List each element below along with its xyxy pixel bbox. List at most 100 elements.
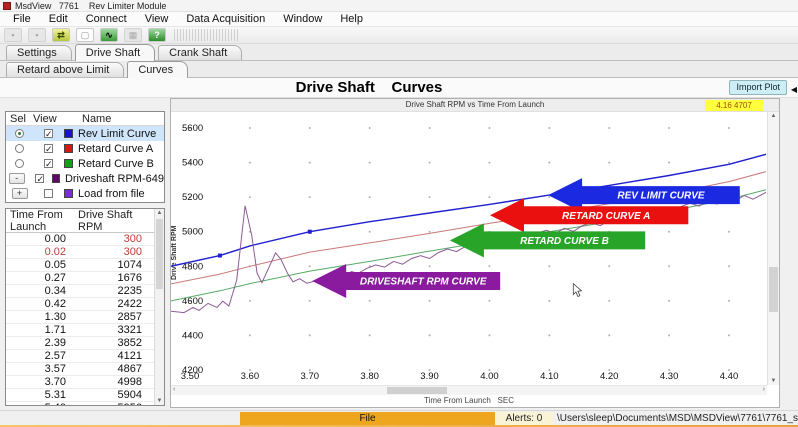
menu-data-acquisition[interactable]: Data Acquisition — [177, 13, 274, 25]
legend-name-rev-limit[interactable]: Rev Limit Curve — [78, 128, 164, 140]
connect-icon[interactable]: ⇄ — [52, 28, 70, 42]
table-row[interactable]: 0.02300 — [6, 246, 154, 259]
tab-crank-shaft[interactable]: Crank Shaft — [158, 45, 242, 60]
cell-rpm[interactable]: 3852 — [68, 337, 148, 349]
cell-rpm[interactable]: 4867 — [68, 363, 148, 375]
table-row[interactable]: 3.574867 — [6, 363, 154, 376]
cell-rpm[interactable]: 300 — [68, 246, 148, 258]
plot-area[interactable]: 420044004600480050005200540056003.503.60… — [171, 112, 766, 385]
cell-time[interactable]: 0.27 — [6, 272, 68, 284]
cell-time[interactable]: 2.39 — [6, 337, 68, 349]
cell-rpm[interactable]: 2235 — [68, 285, 148, 297]
legend-row-rev-limit[interactable]: ✓ Rev Limit Curve — [6, 126, 164, 141]
grid-dot — [309, 265, 311, 267]
cell-rpm[interactable]: 3321 — [68, 324, 148, 336]
table-row[interactable]: 0.00300 — [6, 233, 154, 246]
table-scrollbar[interactable]: ▲ ▼ — [154, 209, 164, 405]
scroll-up-icon[interactable]: ▲ — [768, 113, 779, 119]
cell-rpm[interactable]: 5904 — [68, 389, 148, 401]
cell-time[interactable]: 0.34 — [6, 285, 68, 297]
radio-retard-a[interactable] — [15, 144, 24, 153]
cell-time[interactable]: 0.42 — [6, 298, 68, 310]
checkbox-load-from-file[interactable] — [44, 189, 53, 198]
cell-rpm[interactable]: 1676 — [68, 272, 148, 284]
cell-rpm[interactable]: 4998 — [68, 376, 148, 388]
scroll-thumb[interactable] — [387, 387, 447, 394]
cell-time[interactable]: 3.70 — [6, 376, 68, 388]
add-curve-button[interactable]: + — [12, 188, 28, 199]
menu-edit[interactable]: Edit — [40, 13, 77, 25]
cell-rpm[interactable]: 1074 — [68, 259, 148, 271]
chart-horizontal-scrollbar[interactable]: ‹ › — [171, 385, 767, 395]
grid-dot — [608, 334, 610, 336]
table-row[interactable]: 0.271676 — [6, 272, 154, 285]
import-plot-button[interactable]: Import Plot — [729, 80, 787, 95]
table-row[interactable]: 2.574121 — [6, 350, 154, 363]
scroll-up-icon[interactable]: ▲ — [155, 210, 164, 216]
print-icon[interactable]: ▪ — [28, 28, 46, 42]
radio-retard-b[interactable] — [15, 159, 24, 168]
menu-view[interactable]: View — [136, 13, 178, 25]
cell-time[interactable]: 3.57 — [6, 363, 68, 375]
legend-name-retard-a[interactable]: Retard Curve A — [78, 143, 164, 155]
cell-rpm[interactable]: 2422 — [68, 298, 148, 310]
table-row[interactable]: 1.713321 — [6, 324, 154, 337]
table-row[interactable]: 2.393852 — [6, 337, 154, 350]
menu-connect[interactable]: Connect — [77, 13, 136, 25]
menu-help[interactable]: Help — [331, 13, 372, 25]
legend-row-retard-a[interactable]: ✓ Retard Curve A — [6, 141, 164, 156]
table-row[interactable]: 0.342235 — [6, 285, 154, 298]
panel-collapse-icon[interactable]: ◀ — [791, 85, 797, 94]
cell-time[interactable]: 0.02 — [6, 246, 68, 258]
scroll-right-icon[interactable]: › — [763, 386, 765, 393]
scroll-thumb[interactable] — [769, 267, 778, 312]
save-icon[interactable]: ▪ — [4, 28, 22, 42]
cell-time[interactable]: 5.31 — [6, 389, 68, 401]
legend-row-retard-b[interactable]: ✓ Retard Curve B — [6, 156, 164, 171]
table-row[interactable]: 0.051074 — [6, 259, 154, 272]
cell-time[interactable]: 5.40 — [6, 402, 68, 406]
cell-time[interactable]: 1.71 — [6, 324, 68, 336]
table-row[interactable]: 0.422422 — [6, 298, 154, 311]
table-row[interactable]: 3.704998 — [6, 376, 154, 389]
grid-icon[interactable]: ▦ — [124, 28, 142, 42]
legend-name-load-from-file[interactable]: Load from file — [78, 188, 164, 200]
cell-rpm[interactable]: 4121 — [68, 350, 148, 362]
table-row[interactable]: 1.302857 — [6, 311, 154, 324]
menu-file[interactable]: File — [4, 13, 40, 25]
table-row[interactable]: 5.405956 — [6, 402, 154, 406]
checkbox-retard-b[interactable]: ✓ — [44, 159, 53, 168]
menu-window[interactable]: Window — [274, 13, 331, 25]
scroll-down-icon[interactable]: ▼ — [155, 398, 164, 404]
legend-row-load-from-file[interactable]: + Load from file — [6, 186, 164, 201]
legend-row-driveshaft-rpm[interactable]: - ✓ Driveshaft RPM-649 — [6, 171, 164, 186]
cell-rpm[interactable]: 2857 — [68, 311, 148, 323]
new-file-icon[interactable]: ▢ — [76, 28, 94, 42]
scroll-left-icon[interactable]: ‹ — [173, 386, 175, 393]
checkbox-retard-a[interactable]: ✓ — [44, 144, 53, 153]
cell-time[interactable]: 2.57 — [6, 350, 68, 362]
tab-retard-above-limit[interactable]: Retard above Limit — [6, 62, 124, 77]
chart-vertical-scrollbar[interactable]: ▲ ▼ — [767, 112, 779, 385]
scroll-down-icon[interactable]: ▼ — [768, 378, 779, 384]
plot-icon[interactable]: ∿ — [100, 28, 118, 42]
cell-rpm[interactable]: 5956 — [68, 402, 148, 406]
remove-curve-button[interactable]: - — [9, 173, 25, 184]
cell-time[interactable]: 0.00 — [6, 233, 68, 245]
scroll-thumb[interactable] — [156, 219, 163, 289]
x-tick-label: 4.40 — [720, 371, 739, 382]
cell-time[interactable]: 1.30 — [6, 311, 68, 323]
tab-settings[interactable]: Settings — [6, 45, 72, 60]
legend-name-retard-b[interactable]: Retard Curve B — [78, 158, 164, 170]
radio-rev-limit[interactable] — [15, 129, 24, 138]
legend-name-driveshaft-rpm[interactable]: Driveshaft RPM-649 — [65, 173, 164, 185]
tab-drive-shaft[interactable]: Drive Shaft — [75, 44, 155, 61]
help-icon[interactable]: ? — [148, 28, 166, 42]
table-row[interactable]: 5.315904 — [6, 389, 154, 402]
tab-curves[interactable]: Curves — [127, 61, 188, 78]
cell-time[interactable]: 0.05 — [6, 259, 68, 271]
checkbox-rev-limit[interactable]: ✓ — [44, 129, 53, 138]
grid-dot — [668, 162, 670, 164]
checkbox-driveshaft-rpm[interactable]: ✓ — [35, 174, 44, 183]
cell-rpm[interactable]: 300 — [68, 233, 148, 245]
